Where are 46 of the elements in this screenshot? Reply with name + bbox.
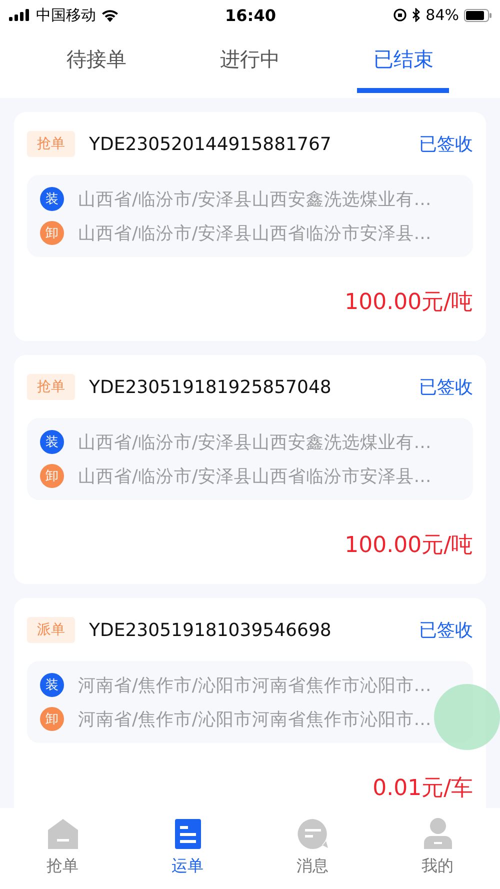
- stop-address: 山西省/临汾市/安泽县山西安鑫洗选煤业有…: [78, 432, 432, 454]
- order-type-tag: 派单: [27, 617, 75, 643]
- stop-badge: 卸: [40, 464, 64, 488]
- stop-badge: 卸: [40, 707, 64, 731]
- signal-icon: [9, 9, 31, 21]
- document-icon: [174, 818, 202, 850]
- clock-time: 16:40: [225, 6, 276, 24]
- battery-icon: [464, 8, 492, 22]
- stop-address: 河南省/焦作市/沁阳市河南省焦作市沁阳市…: [78, 675, 432, 697]
- nav-tab[interactable]: 我的: [398, 818, 478, 877]
- chat-bubble-icon: [296, 818, 328, 850]
- stop-address: 山西省/临汾市/安泽县山西省临汾市安泽县…: [78, 223, 432, 245]
- battery-percent: 84%: [426, 6, 459, 24]
- freight-price: 100.00元/吨: [344, 289, 473, 317]
- order-card[interactable]: 抢单 YDE230520144915881767 已签收 装 山西省/临汾市/安泽县山西安鑫洗选煤业有… 卸 山西省/临汾市/安泽县山西省临汾市安泽县… 100.00元/吨: [14, 112, 486, 341]
- nav-tab[interactable]: 运单: [148, 818, 228, 877]
- order-card[interactable]: 派单 YDE230519181039546698 已签收 装 河南省/焦作市/沁阳市河南省焦作市沁阳市… 卸 河南省/焦作市/沁阳市河南省焦作市沁阳市… 0.01元/车: [14, 598, 486, 808]
- stop-badge: 装: [40, 187, 64, 211]
- person-icon: [422, 818, 452, 850]
- bluetooth-icon: [412, 8, 421, 22]
- stop-address: 河南省/焦作市/沁阳市河南省焦作市沁阳市…: [78, 709, 432, 731]
- stop-badge: 装: [40, 673, 64, 697]
- order-type-tag: 抢单: [27, 131, 75, 157]
- order-type-tag: 抢单: [27, 374, 75, 400]
- order-number: YDE230519181039546698: [89, 620, 332, 640]
- status-tab[interactable]: 进行中: [204, 30, 296, 93]
- stop-badge: 装: [40, 430, 64, 454]
- nav-tab[interactable]: 消息: [272, 818, 352, 877]
- stop-address: 山西省/临汾市/安泽县山西省临汾市安泽县…: [78, 466, 432, 488]
- status-tab[interactable]: 待接单: [50, 30, 143, 93]
- stop-badge: 卸: [40, 221, 64, 245]
- house-icon: [46, 818, 78, 850]
- order-status: 已签收: [419, 619, 473, 642]
- freight-price: 100.00元/吨: [344, 532, 473, 560]
- stop-address: 山西省/临汾市/安泽县山西安鑫洗选煤业有…: [78, 189, 432, 211]
- status-tab[interactable]: 已结束: [357, 30, 450, 93]
- freight-price: 0.01元/车: [372, 775, 473, 803]
- order-number: YDE230519181925857048: [89, 376, 332, 398]
- order-status: 已签收: [419, 133, 473, 156]
- order-status: 已签收: [419, 376, 473, 399]
- order-card[interactable]: 抢单 YDE230519181925857048 已签收 装 山西省/临汾市/安泽县山西安鑫洗选煤业有… 卸 山西省/临汾市/安泽县山西省临汾市安泽县… 100.00元/吨: [14, 355, 486, 584]
- carrier-name: 中国移动: [36, 6, 96, 24]
- rotation-lock-icon: [392, 8, 407, 22]
- wifi-icon: [101, 8, 119, 22]
- order-number: YDE230520144915881767: [89, 134, 332, 154]
- nav-tab[interactable]: 抢单: [22, 818, 102, 877]
